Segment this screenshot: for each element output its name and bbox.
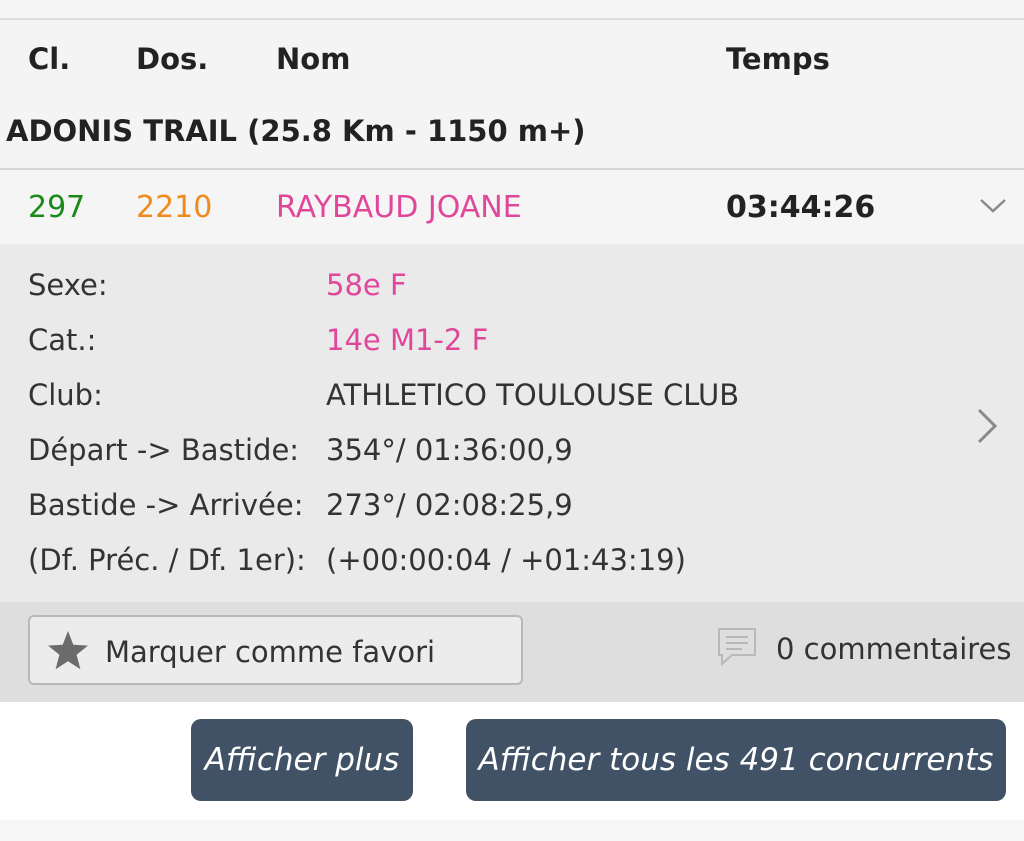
detail-value-split-1: 354°/ 01:36:00,9 (326, 433, 573, 467)
detail-value-club: ATHLETICO TOULOUSE CLUB (326, 378, 740, 412)
detail-value-category: 14e M1-2 F (326, 323, 489, 357)
result-row[interactable]: 297 2210 RAYBAUD JOANE 03:44:26 (0, 170, 1024, 244)
detail-label-gaps: (Df. Préc. / Df. 1er): (28, 543, 306, 577)
race-title-bar: ADONIS TRAIL (25.8 Km - 1150 m+) (0, 100, 1024, 170)
race-title: ADONIS TRAIL (25.8 Km - 1150 m+) (6, 114, 586, 148)
show-all-competitors-button[interactable]: Afficher tous les 491 concurrents (466, 719, 1006, 801)
detail-value-sex: 58e F (326, 268, 407, 302)
detail-value-gaps: (+00:00:04 / +01:43:19) (326, 543, 686, 577)
detail-label-split-1: Départ -> Bastide: (28, 433, 300, 467)
detail-value-split-2: 273°/ 02:08:25,9 (326, 488, 573, 522)
header-time: Temps (726, 42, 830, 76)
comment-icon[interactable] (716, 626, 758, 668)
header-bib: Dos. (136, 42, 209, 76)
result-bib: 2210 (136, 190, 213, 225)
detail-label-split-2: Bastide -> Arrivée: (28, 488, 304, 522)
header-rank: Cl. (28, 42, 71, 76)
chevron-down-icon[interactable] (976, 190, 1010, 220)
chevron-right-icon[interactable] (970, 404, 1004, 448)
favorite-button[interactable]: Marquer comme favori (28, 615, 523, 685)
result-time: 03:44:26 (726, 190, 876, 225)
detail-label-sex: Sexe: (28, 268, 108, 302)
comments-count[interactable]: 0 commentaires (776, 632, 1012, 666)
table-header: Cl. Dos. Nom Temps (0, 20, 1024, 100)
star-icon (48, 631, 88, 670)
detail-label-club: Club: (28, 378, 103, 412)
show-more-button[interactable]: Afficher plus (191, 719, 413, 801)
result-rank: 297 (28, 190, 86, 225)
result-name: RAYBAUD JOANE (276, 190, 522, 225)
bottom-strip (0, 820, 1024, 841)
top-strip (0, 0, 1024, 18)
favorite-label: Marquer comme favori (105, 635, 436, 669)
header-name: Nom (276, 42, 351, 76)
detail-label-category: Cat.: (28, 323, 97, 357)
